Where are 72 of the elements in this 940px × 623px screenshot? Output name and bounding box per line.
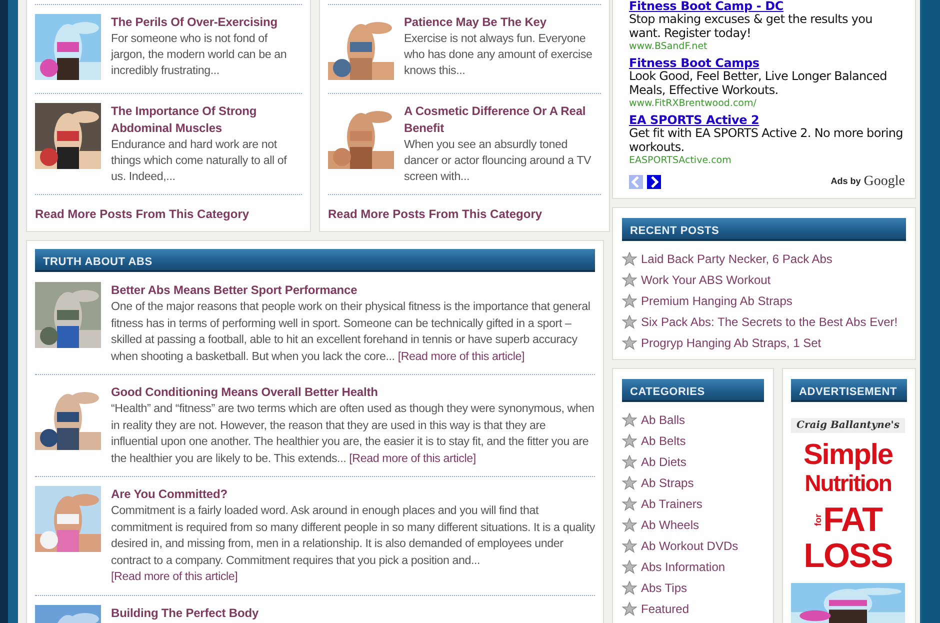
ad-title-link[interactable]: Fitness Boot Camp - DC (629, 0, 905, 13)
star-icon (622, 538, 637, 552)
star-icon (622, 434, 637, 448)
ad-text: Look Good, Feel Better, Live Longer Balanced Meals, Effective Workouts. (629, 70, 888, 97)
banner-headline: LOSS (804, 539, 892, 573)
category-link[interactable]: Ab Workout DVDs (622, 535, 764, 556)
post-title-link[interactable]: The Importance Of Strong Abdominal Muscles (35, 103, 302, 137)
post-title-link[interactable]: The Perils Of Over-Exercising (35, 14, 302, 31)
article-excerpt: Commitment is a fairly loaded word. Ask around in enough places and you will find that commitment is required from so many different people in so many different situations. It is a quality desired in, and missing from, men in a relationship. It is also demanded of employees under contract to a company. Commitment requires that you pick a position and... [Read more of this article] (111, 503, 595, 585)
next-button[interactable] (647, 174, 661, 188)
star-icon (622, 580, 637, 594)
banner-headline: FAT (823, 503, 882, 537)
category-link[interactable]: Ab Diets (622, 451, 764, 472)
read-more-link[interactable]: Read More Posts From This Category (35, 205, 250, 223)
ad-url: www.BSandF.net (629, 40, 708, 53)
article-title-link[interactable]: Building The Perfect Body (35, 604, 595, 622)
banner-author: Craig Ballantyne's (791, 418, 905, 433)
post-excerpt: Endurance and hard work are not things which come naturally to all of us. Indeed,... (111, 137, 288, 185)
banner-headline: Simple (803, 441, 893, 470)
banner-headline: Nutrition (804, 472, 892, 495)
section-header: RECENT POSTS (622, 218, 906, 241)
recent-post-link[interactable]: Work Your ABS Workout (622, 269, 906, 290)
star-icon (622, 294, 637, 308)
star-icon (622, 272, 637, 286)
banner-subtitle: for (814, 514, 824, 526)
article-title-link[interactable]: Are You Committed? (35, 486, 595, 503)
section-header: TRUTH ABOUT ABS (35, 249, 595, 272)
category-link[interactable]: Abs Information (622, 556, 764, 577)
read-more-link[interactable]: [Read more of this article] (349, 452, 476, 464)
star-icon (622, 314, 637, 328)
google-wordmark: Google (864, 173, 905, 191)
recent-post-link[interactable]: Premium Hanging Ab Straps (622, 290, 906, 311)
category-link[interactable]: Abs Tips (622, 577, 764, 598)
post-title-link[interactable]: A Cosmetic Difference Or A Real Benefit (328, 103, 601, 137)
post-excerpt: For someone who is not fond of jargon, the modern world can be an incredibly frustrating... (111, 31, 288, 79)
category-link[interactable]: Ab Straps (622, 472, 764, 493)
read-more-link[interactable]: [Read more of this article] (398, 350, 525, 362)
recent-post-link[interactable]: Laid Back Party Necker, 6 Pack Abs (622, 248, 906, 269)
recent-post-link[interactable]: Six Pack Abs: The Secrets to the Best Abs Ever! (622, 311, 906, 332)
article-title-link[interactable]: Better Abs Means Better Sport Performance (35, 282, 595, 299)
recent-post-link[interactable]: Progryp Hanging Ab Straps, 1 Set (622, 332, 906, 353)
star-icon (622, 336, 637, 350)
post-excerpt: When you see an absurdly toned dancer or actor flouncing around a TV screen with... (404, 137, 592, 185)
section-header: CATEGORIES (622, 379, 764, 402)
star-icon (622, 412, 637, 426)
category-link[interactable]: Ab Belts (622, 430, 764, 451)
read-more-link[interactable]: Read More Posts From This Category (328, 205, 542, 223)
ad-title-link[interactable]: Fitness Boot Camps (629, 57, 905, 70)
category-link[interactable]: Featured (622, 598, 764, 619)
ad-text: Stop making excuses & get the results you want. Register today! (629, 13, 874, 40)
section-header: ADVERTISEMENT (791, 379, 907, 402)
star-icon (622, 476, 637, 490)
star-icon (622, 518, 637, 532)
article-excerpt: “Health” and “fitness” are two terms which are often used as though they were synonymous, when in reality they are not. However, the reason that they are used in this way is that they are influential upon one another. The healthier you are, the easier it is to stay fit, and the fitter you are the healthier you are likely to be. This extends... [Read more of this article] (111, 401, 595, 466)
read-more-link[interactable]: [Read more of this article] (111, 570, 238, 583)
category-link[interactable]: Ab Wheels (622, 514, 764, 535)
post-excerpt: Exercise is not always fun. Everyone who has done any amount of exercise knows this... (404, 31, 594, 79)
post-title-link[interactable]: Patience May Be The Key (328, 14, 601, 31)
ad-text: Get fit with EA SPORTS Active 2. No more boring workouts. (629, 127, 904, 154)
article-excerpt: One of the major reasons that people work on their physical fitness is the importance that general fitness has in terms of performing well in sport. Someone can be technically gifted in a sport – skilled at passing a football, able to hit an excellent forehand in tennis or have superb accuracy when shooting a basketball. But when you lack the core... [Read more of this article] (111, 299, 592, 364)
ad-url: www.FitRXBrentwood.com/ (629, 97, 758, 110)
star-icon (622, 496, 637, 510)
ad-title-link[interactable]: EA SPORTS Active 2 (629, 114, 905, 127)
star-icon (622, 602, 637, 616)
star-icon (622, 560, 637, 574)
article-title-link[interactable]: Good Conditioning Means Overall Better Health (35, 384, 595, 401)
category-link[interactable]: Ab Balls (622, 409, 764, 430)
ads-attribution: Ads by (830, 174, 861, 188)
star-icon (622, 252, 637, 266)
star-icon (622, 454, 637, 468)
ad-url: EASPORTSActive.com (629, 154, 732, 167)
category-link[interactable]: Ab Trainers (622, 493, 764, 514)
